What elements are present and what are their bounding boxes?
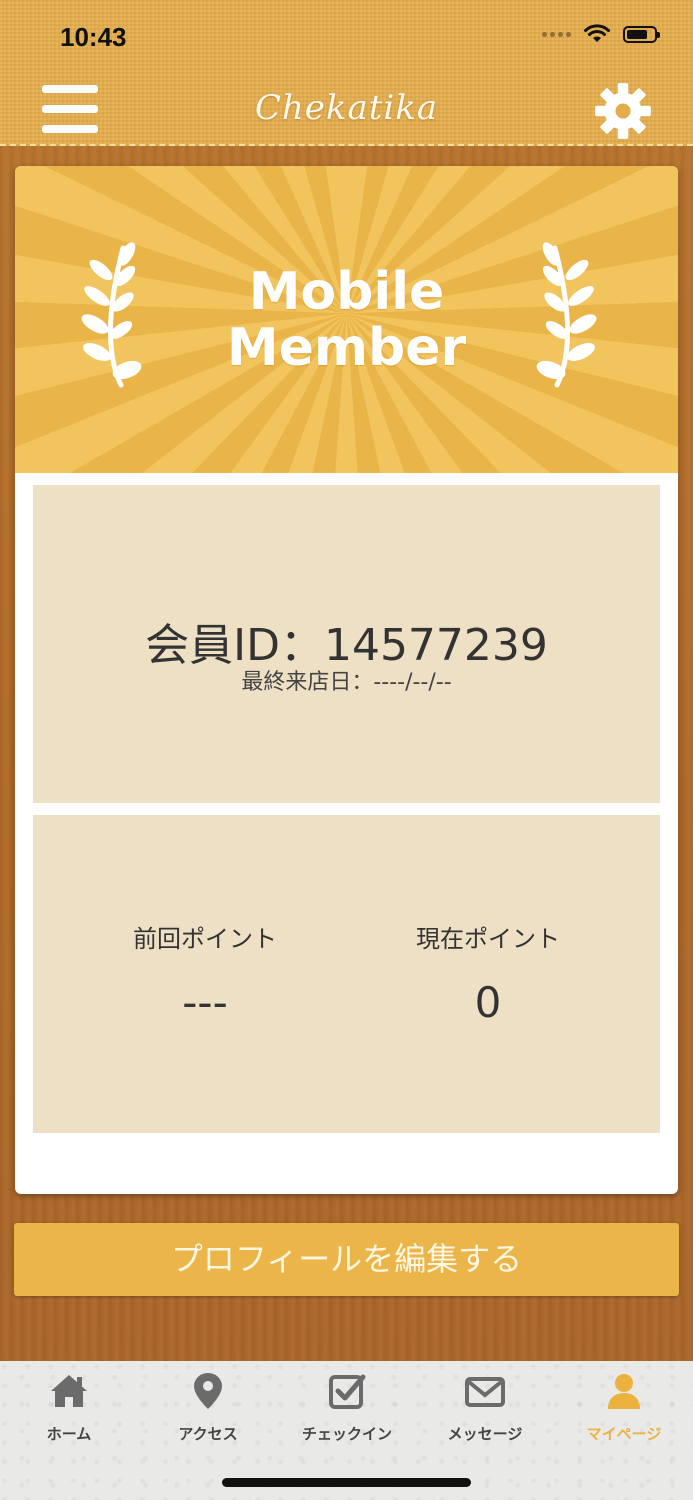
signal-icon <box>542 31 571 37</box>
tab-access-label: アクセス <box>178 1425 238 1443</box>
checkbox-icon <box>329 1374 366 1409</box>
tab-mypage[interactable]: マイページ <box>555 1361 693 1461</box>
top-header: 10:43 Chekatika <box>0 0 693 146</box>
status-icons <box>542 24 660 44</box>
current-points-label: 現在ポイント <box>416 925 560 953</box>
user-icon <box>608 1374 640 1409</box>
tab-checkin-label: チェックイン <box>301 1425 392 1443</box>
map-pin-icon <box>194 1373 222 1409</box>
current-points-value: 0 <box>474 978 502 1027</box>
banner-title-line1: Mobile <box>248 262 445 322</box>
current-points: 現在ポイント 0 <box>353 919 623 1027</box>
edit-profile-button[interactable]: プロフィールを編集する <box>14 1223 679 1296</box>
envelope-icon <box>465 1377 505 1407</box>
tab-messages-label: メッセージ <box>447 1425 523 1443</box>
settings-gear-icon[interactable] <box>594 82 652 140</box>
last-visit-date: 最終来店日：----/--/-- <box>241 670 452 695</box>
tab-home-label: ホーム <box>46 1425 92 1443</box>
previous-points-value: --- <box>182 978 228 1027</box>
tab-messages[interactable]: メッセージ <box>416 1361 554 1461</box>
home-icon <box>51 1375 87 1407</box>
tab-checkin[interactable]: チェックイン <box>278 1361 416 1461</box>
member-banner: Mobile Member <box>15 166 678 473</box>
wifi-icon <box>584 24 610 42</box>
previous-points-label: 前回ポイント <box>133 925 277 953</box>
app-logo: Chekatika <box>254 88 439 128</box>
member-card: Mobile Member 会員ID：14577239 最終来店日：----/-… <box>15 166 678 1194</box>
tab-access[interactable]: アクセス <box>139 1361 277 1461</box>
home-indicator[interactable] <box>222 1478 471 1487</box>
battery-icon <box>623 25 660 43</box>
points-panel: 前回ポイント --- 現在ポイント 0 <box>33 815 660 1133</box>
status-time: 10:43 <box>60 22 127 52</box>
banner-title-line2: Member <box>226 318 467 378</box>
tab-mypage-label: マイページ <box>586 1425 662 1443</box>
member-id-panel: 会員ID：14577239 最終来店日：----/--/-- <box>33 485 660 803</box>
tab-home[interactable]: ホーム <box>0 1361 138 1461</box>
previous-points: 前回ポイント --- <box>70 919 340 1027</box>
banner-title: Mobile Member <box>15 264 678 376</box>
